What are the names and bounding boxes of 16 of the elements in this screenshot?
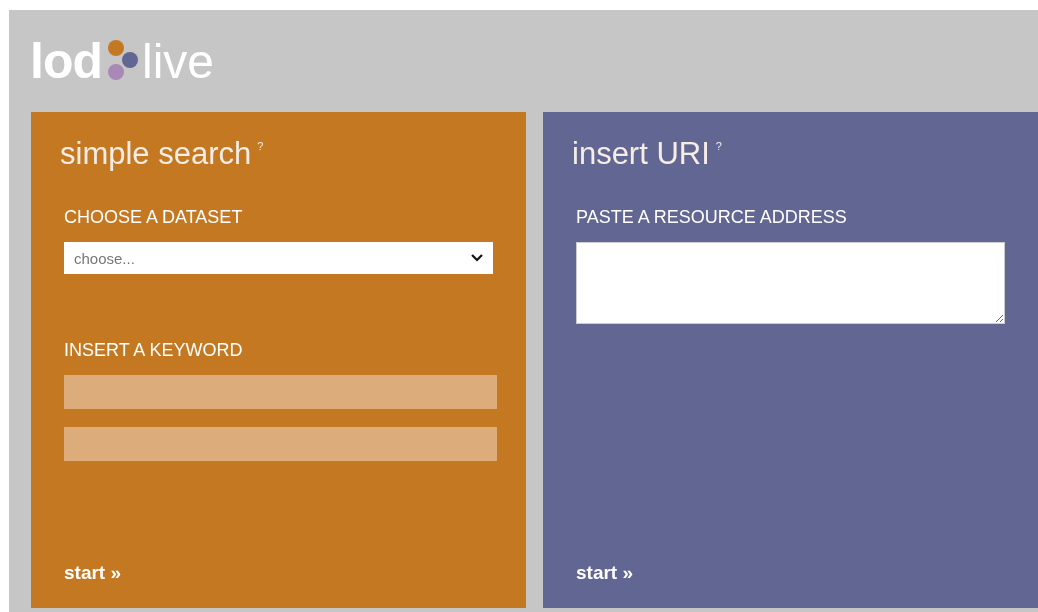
address-field[interactable] <box>576 242 1005 324</box>
caret-icon <box>471 254 483 262</box>
help-link[interactable]: ? <box>715 140 722 152</box>
panel-title: insert URI <box>572 136 710 172</box>
help-link[interactable]: ? <box>257 140 264 152</box>
logo-text: lod <box>30 32 102 90</box>
panel-title: simple search <box>60 136 252 172</box>
field-label: PASTE A RESOURCE ADDRESS <box>576 207 848 228</box>
start-button[interactable]: start » <box>576 562 634 584</box>
field-label: INSERT A KEYWORD <box>64 340 244 361</box>
logo-text: live <box>142 33 214 89</box>
field-label: CHOOSE A DATASET <box>64 207 244 228</box>
dataset-select[interactable]: choose... <box>64 242 493 274</box>
keyword-field[interactable] <box>64 375 497 409</box>
keyword-field[interactable] <box>64 427 497 461</box>
start-button[interactable]: start » <box>64 562 122 584</box>
